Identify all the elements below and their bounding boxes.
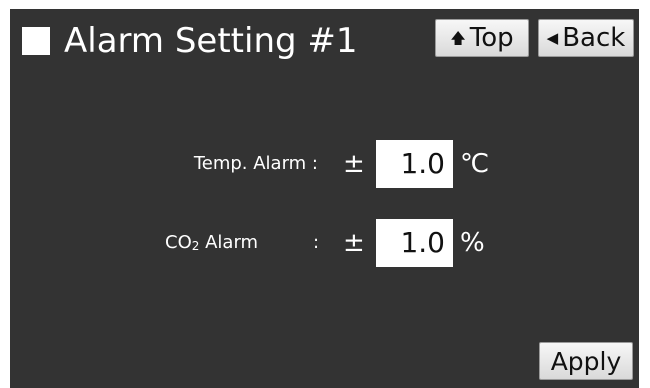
co2-label-rest: Alarm — [199, 232, 259, 253]
back-button-label: Back — [562, 23, 626, 53]
alarm-setting-screen: Alarm Setting #1 🡅 Top ◀ Back Temp. Alar… — [10, 9, 639, 388]
temp-alarm-unit: ℃ — [460, 149, 490, 179]
title-square-icon — [22, 27, 50, 55]
temp-alarm-row: Temp. Alarm : ± 1.0 ℃ — [10, 140, 639, 188]
co2-alarm-unit: % — [460, 228, 485, 258]
co2-label-main: CO — [165, 232, 192, 253]
back-button[interactable]: ◀ Back — [538, 19, 634, 57]
top-button[interactable]: 🡅 Top — [435, 19, 529, 57]
co2-alarm-label: CO2 Alarm — [165, 219, 258, 267]
up-arrow-icon: 🡅 — [450, 28, 466, 47]
co2-alarm-value[interactable]: 1.0 — [376, 219, 453, 267]
temp-alarm-value[interactable]: 1.0 — [376, 140, 453, 188]
co2-alarm-row: CO2 Alarm : ± 1.0 % — [10, 219, 639, 267]
top-button-label: Top — [469, 23, 514, 53]
co2-plus-minus: ± — [343, 228, 365, 258]
page-title: Alarm Setting #1 — [64, 21, 358, 61]
left-triangle-icon: ◀ — [546, 28, 559, 47]
temp-plus-minus: ± — [343, 149, 365, 179]
temp-alarm-label: Temp. Alarm : — [193, 153, 318, 174]
title-row: Alarm Setting #1 — [22, 18, 358, 64]
co2-alarm-colon: : — [313, 232, 320, 253]
co2-label-subscript: 2 — [191, 239, 200, 253]
apply-button[interactable]: Apply — [539, 342, 633, 380]
